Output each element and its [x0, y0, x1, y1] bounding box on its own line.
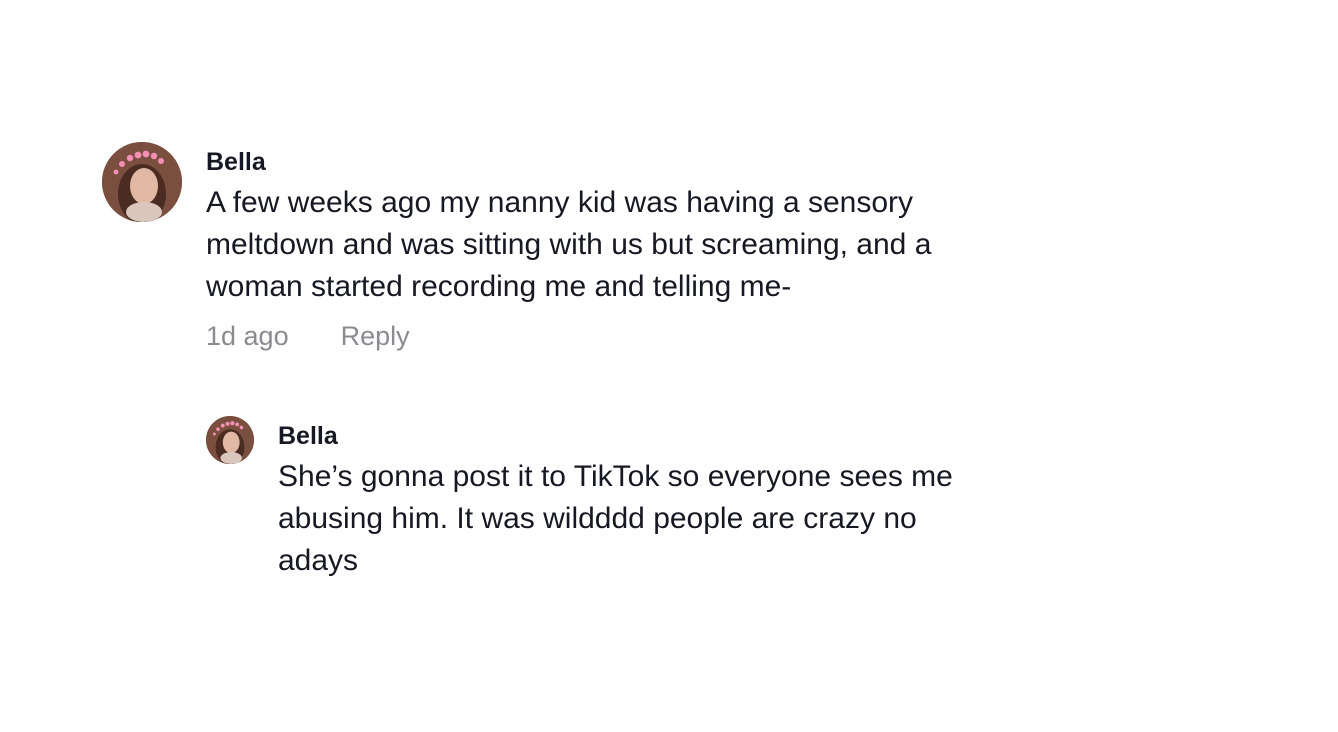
reply-item: Bella She’s gonna post it to TikTok so e…	[206, 416, 958, 582]
comment-username[interactable]: Bella	[206, 144, 966, 180]
avatar[interactable]	[102, 142, 182, 222]
comment-item: Bella A few weeks ago my nanny kid was h…	[102, 142, 966, 354]
reply-button[interactable]: Reply	[341, 318, 410, 354]
reply-username[interactable]: Bella	[278, 418, 958, 454]
avatar-image	[206, 416, 254, 464]
comment-meta: 1d ago Reply	[206, 318, 966, 354]
avatar-image	[102, 142, 182, 222]
reply-avatar[interactable]	[206, 416, 254, 464]
comment-text: A few weeks ago my nanny kid was having …	[206, 186, 932, 303]
comment-timestamp: 1d ago	[206, 321, 289, 351]
reply-text: She’s gonna post it to TikTok so everyon…	[278, 460, 953, 577]
